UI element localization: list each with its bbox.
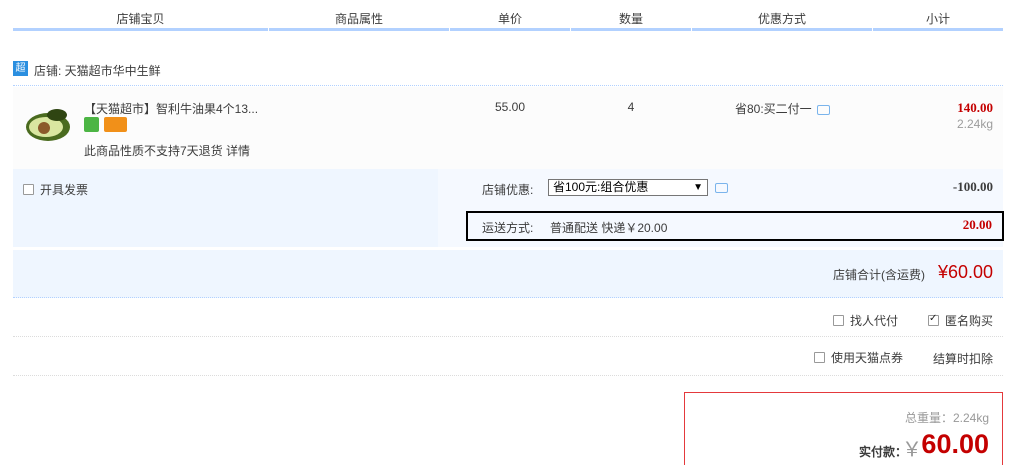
shipping-amount: 20.00 <box>962 217 992 232</box>
shop-total-value: ¥60.00 <box>937 262 993 282</box>
shop-total-label: 店铺合计(含运费) <box>833 268 925 282</box>
invoice-checkbox[interactable] <box>23 184 34 195</box>
return-policy-note[interactable]: 此商品性质不支持7天退货 详情 <box>84 142 250 159</box>
col-shop-item: 店铺宝贝 <box>13 0 268 31</box>
shop-total-row: 店铺合计(含运费) ¥60.00 <box>13 250 1003 298</box>
col-discount: 优惠方式 <box>692 0 872 31</box>
col-quantity: 数量 <box>571 0 691 31</box>
pay-for-label: 找人代付 <box>849 314 898 328</box>
pay-for-option[interactable]: 找人代付 <box>832 312 898 329</box>
unit-price: 55.00 <box>494 100 526 114</box>
promo-info: 省80:买二付一 <box>735 100 830 117</box>
item-subtotal: 140.00 <box>957 100 993 115</box>
order-summary-box: 总重量：2.24kg 实付款： ￥ 60.00 <box>684 392 1003 465</box>
shop-name[interactable]: 店铺: 天猫超市华中生鲜 <box>34 62 161 79</box>
card-icon[interactable] <box>104 117 127 132</box>
service-icon[interactable] <box>84 117 99 132</box>
invoice-option[interactable]: 开具发票 <box>23 181 88 198</box>
shop-options-panel: 店铺优惠: 省100元:组合优惠 ▼ -100.00 运送方式: 普通配送 快递… <box>438 169 1004 247</box>
quantity: 4 <box>627 100 635 114</box>
points-label: 使用天猫点券 <box>830 351 903 365</box>
col-subtotal: 小计 <box>873 0 1003 31</box>
points-checkbox[interactable] <box>813 352 825 363</box>
amount-due-label: 实付款： <box>858 445 907 459</box>
payment-options-row: 找人代付 匿名购买 <box>13 300 1003 337</box>
shipping-value: 普通配送 快递￥20.00 <box>550 221 668 235</box>
shipping-method[interactable]: 运送方式: 普通配送 快递￥20.00 20.00 <box>466 211 1004 241</box>
cart-item-row: 【天猫超市】智利牛油果4个13... 此商品性质不支持7天退货 详情 55.00… <box>13 87 1003 169</box>
shop-discount-amount: -100.00 <box>952 179 993 194</box>
col-unit-price: 单价 <box>450 0 570 31</box>
pay-for-checkbox[interactable] <box>832 315 844 326</box>
shop-discount-select[interactable]: 省100元:组合优惠 ▼ <box>548 179 708 196</box>
shop-row: 超 店铺: 天猫超市华中生鲜 <box>13 60 1003 86</box>
amount-due-value: 60.00 <box>921 429 989 459</box>
chat-icon[interactable] <box>816 104 830 115</box>
points-option[interactable]: 使用天猫点券 <box>813 349 903 366</box>
invoice-label: 开具发票 <box>40 183 89 197</box>
supermarket-badge-icon: 超 <box>13 61 28 76</box>
shop-discount-selected: 省100元:组合优惠 <box>553 180 649 194</box>
promo-text: 省80:买二付一 <box>735 102 812 116</box>
chat-icon[interactable] <box>715 183 728 193</box>
anonymous-checkbox[interactable] <box>927 313 939 326</box>
product-thumbnail[interactable] <box>23 103 73 145</box>
col-attributes: 商品属性 <box>269 0 449 31</box>
anonymous-label: 匿名购买 <box>944 314 993 328</box>
item-weight: 2.24kg <box>956 117 993 131</box>
deduct-note: 结算时扣除 <box>932 352 993 366</box>
anonymous-option[interactable]: 匿名购买 <box>927 312 993 329</box>
cart-header: 店铺宝贝 商品属性 单价 数量 优惠方式 小计 <box>13 0 1003 34</box>
points-row: 使用天猫点券 结算时扣除 <box>13 338 1003 376</box>
item-title[interactable]: 【天猫超市】智利牛油果4个13... <box>84 100 258 117</box>
shipping-label: 运送方式: <box>482 221 534 235</box>
shop-discount-label: 店铺优惠: <box>482 183 534 197</box>
dropdown-arrow-icon: ▼ <box>693 182 703 193</box>
total-weight: 总重量：2.24kg <box>904 411 989 425</box>
currency-symbol: ￥ <box>902 439 922 461</box>
order-options: 开具发票 店铺优惠: 省100元:组合优惠 ▼ -100.00 运送方式: 普通… <box>13 169 1004 247</box>
